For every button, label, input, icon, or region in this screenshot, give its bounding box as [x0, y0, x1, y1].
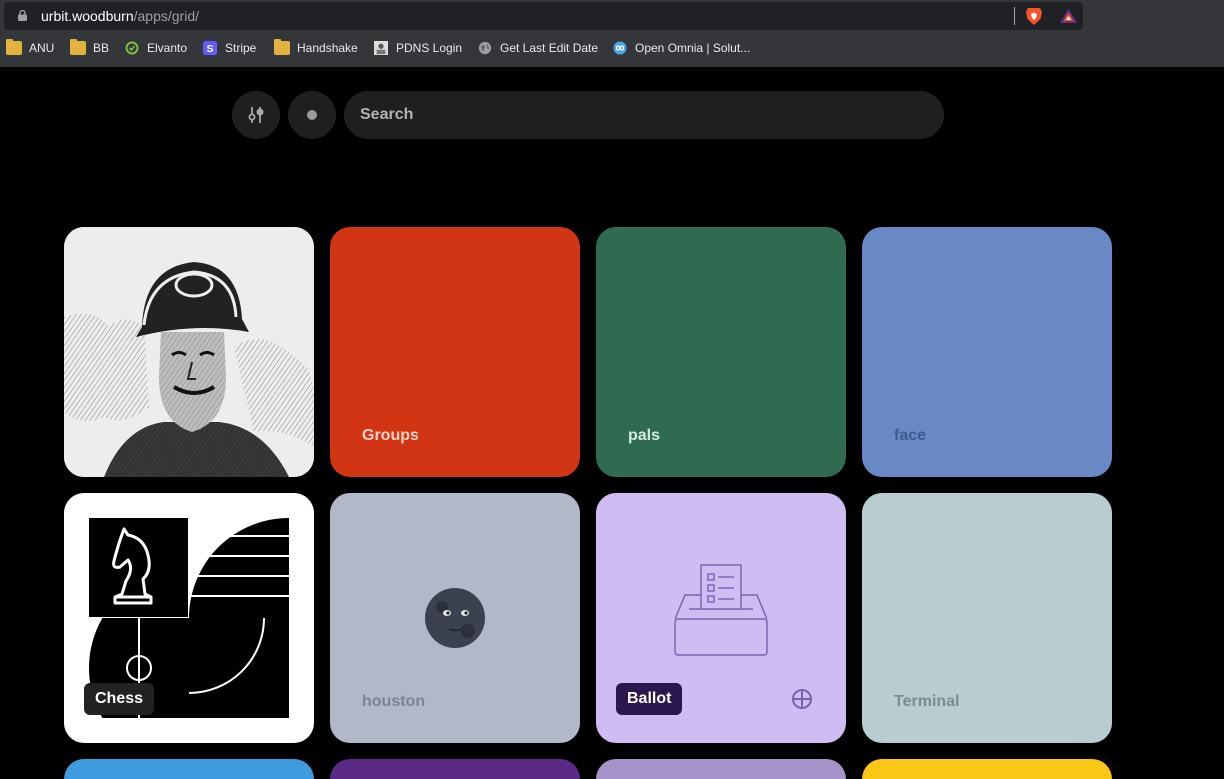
tile-label-pals: pals: [628, 427, 661, 444]
app-grid: Groups pals face: [0, 67, 1224, 779]
bookmark-stripe[interactable]: S Stripe: [202, 38, 256, 58]
new-moon-face-icon: [425, 588, 485, 648]
tile-label-face: face: [894, 427, 927, 444]
browser-chrome: urbit.woodburn/apps/grid/ ANU BB Elvanto…: [0, 0, 1224, 67]
svg-text:S: S: [206, 43, 213, 55]
tile-label-groups: Groups: [362, 427, 419, 444]
globe-badge-icon: [792, 689, 812, 709]
folder-icon: [274, 39, 290, 55]
stripe-icon: S: [203, 41, 217, 55]
url-text: urbit.woodburn/apps/grid/: [41, 8, 199, 24]
tile-ballot[interactable]: Ballot: [596, 493, 846, 743]
bookmark-handshake[interactable]: Handshake: [274, 38, 358, 58]
rewards-triangle-icon[interactable]: [1059, 8, 1078, 24]
tile-houston[interactable]: houston: [330, 493, 580, 743]
url-divider: [1014, 7, 1015, 25]
globe-icon: [478, 41, 492, 55]
tile-pals[interactable]: pals: [596, 227, 846, 477]
tile-partial-3[interactable]: [596, 759, 846, 779]
notifications-button[interactable]: [288, 91, 336, 139]
folder-icon: [70, 39, 86, 55]
tile-partial-4[interactable]: [862, 759, 1112, 779]
tile-label-terminal: Terminal: [894, 693, 960, 710]
brave-shield-icon[interactable]: [1025, 7, 1043, 26]
omnia-icon: [613, 41, 627, 55]
tile-label-ballot: Ballot: [616, 683, 683, 715]
tile-face[interactable]: face: [862, 227, 1112, 477]
folder-icon: [6, 39, 22, 55]
search-input[interactable]: [344, 91, 944, 139]
lock-icon: [18, 10, 27, 21]
tile-terminal[interactable]: Terminal: [862, 493, 1112, 743]
pdns-icon: [374, 41, 388, 55]
profile-portrait-image: [64, 227, 314, 477]
sliders-icon: [248, 107, 264, 123]
address-bar[interactable]: urbit.woodburn/apps/grid/: [4, 2, 1083, 30]
tile-label-houston: houston: [362, 693, 426, 710]
filter-button[interactable]: [232, 91, 280, 139]
bookmark-anu[interactable]: ANU: [6, 38, 54, 58]
bookmark-pdns-login[interactable]: PDNS Login: [373, 38, 462, 58]
tile-partial-2[interactable]: [330, 759, 580, 779]
tile-chess[interactable]: Chess: [64, 493, 314, 743]
bookmark-get-last-edit-date[interactable]: Get Last Edit Date: [477, 38, 598, 58]
ballot-box-icon: [674, 564, 768, 656]
bookmark-bb[interactable]: BB: [70, 38, 109, 58]
bookmarks-bar: ANU BB Elvanto S Stripe Handshake PDNS Lo…: [0, 38, 1224, 58]
bookmark-open-omnia[interactable]: Open Omnia | Solut...: [612, 38, 750, 58]
elvanto-icon: [125, 41, 139, 55]
tile-profile[interactable]: [64, 227, 314, 477]
bookmark-elvanto[interactable]: Elvanto: [124, 38, 187, 58]
tile-groups[interactable]: Groups: [330, 227, 580, 477]
tile-label-chess: Chess: [84, 683, 155, 715]
dot-icon: [307, 110, 317, 120]
tile-partial-1[interactable]: [64, 759, 314, 779]
